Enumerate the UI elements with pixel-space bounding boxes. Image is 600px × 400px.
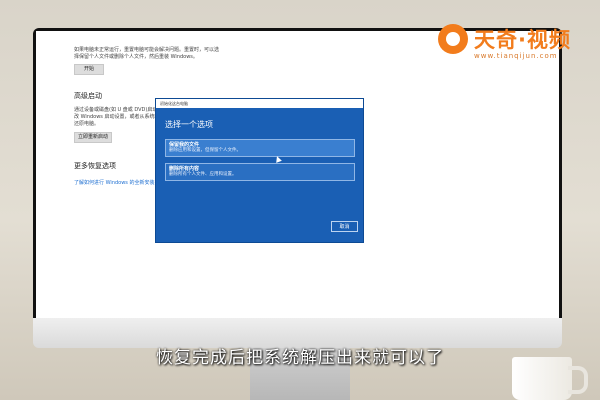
logo-url: www.tianqijun.com — [474, 52, 558, 60]
option-keep-files[interactable]: 保留我的文件 删除应用和设置，但保留个人文件。 — [165, 139, 355, 157]
dialog-heading: 选择一个选项 — [165, 120, 213, 129]
advanced-startup-title: 高级启动 — [74, 92, 102, 100]
video-subtitle: 恢复完成后把系统解压出来就可以了 — [156, 348, 444, 368]
option-remove-everything-desc: 删除所有个人文件、应用和设置。 — [169, 172, 237, 177]
coffee-cup-handle — [568, 366, 588, 394]
advanced-text-1: 通过设备或磁盘(如 U 盘或 DVD)启动，更 — [74, 107, 168, 113]
option-remove-everything[interactable]: 删除所有内容 删除所有个人文件、应用和设置。 — [165, 163, 355, 181]
dialog-titlebar: 初始化这台电脑 — [156, 99, 363, 108]
logo-name: 天奇·视频 — [474, 28, 571, 52]
cancel-button[interactable]: 取消 — [331, 221, 358, 232]
logo: 天奇·视频 www.tianqijun.com — [438, 22, 588, 66]
recovery-text-2: 择保留个人文件或删除个人文件，然后重装 Windows。 — [74, 54, 198, 60]
start-button[interactable]: 开始 — [74, 64, 104, 75]
logo-mark-icon — [438, 24, 468, 54]
more-options-title: 更多恢复选项 — [74, 162, 116, 170]
restart-now-button[interactable]: 立即重新启动 — [74, 132, 112, 143]
recovery-text-1: 如果电脑未正常运行，重置电脑可能会解决问题。重置时，可以选 — [74, 47, 220, 53]
reset-pc-dialog: 初始化这台电脑 选择一个选项 保留我的文件 删除应用和设置，但保留个人文件。 删… — [155, 98, 364, 243]
advanced-text-3: 还原电脑。 — [74, 121, 100, 127]
option-keep-files-desc: 删除应用和设置，但保留个人文件。 — [169, 148, 241, 153]
